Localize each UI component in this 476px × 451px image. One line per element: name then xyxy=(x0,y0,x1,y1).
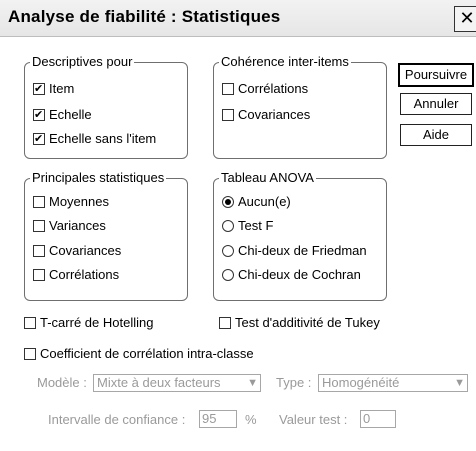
help-button[interactable]: Aide xyxy=(400,124,472,146)
type-value: Homogénéité xyxy=(322,375,400,390)
checkbox-icon xyxy=(222,109,234,121)
dialog-title: Analyse de fiabilité : Statistiques xyxy=(8,7,281,26)
checkbox-icon xyxy=(24,317,36,329)
test-value-input: 0 xyxy=(360,410,396,428)
anova-friedman-label: Chi-deux de Friedman xyxy=(238,243,367,258)
summary-correlations-checkbox[interactable]: Corrélations xyxy=(33,267,119,283)
model-value: Mixte à deux facteurs xyxy=(97,375,221,390)
cancel-button[interactable]: Annuler xyxy=(400,93,472,115)
tukey-label: Test d'additivité de Tukey xyxy=(235,315,380,330)
checkbox-icon xyxy=(24,348,36,360)
checkbox-icon xyxy=(222,83,234,95)
inter-item-covariances-label: Covariances xyxy=(238,107,311,122)
item-checkbox[interactable]: Item xyxy=(33,81,74,97)
inter-item-group: Cohérence inter-items Corrélations Covar… xyxy=(213,54,387,159)
checkbox-icon xyxy=(33,220,45,232)
summaries-legend: Principales statistiques xyxy=(30,170,167,185)
anova-none-label: Aucun(e) xyxy=(238,194,291,209)
icc-label: Coefficient de corrélation intra-classe xyxy=(40,346,254,361)
tukey-checkbox[interactable]: Test d'additivité de Tukey xyxy=(219,315,380,331)
type-label: Type : xyxy=(276,375,312,390)
checkbox-checked-icon xyxy=(33,81,45,97)
anova-friedman-radio[interactable]: Chi-deux de Friedman xyxy=(222,243,367,259)
checkbox-checked-icon xyxy=(33,107,45,123)
title-bar: Analyse de fiabilité : Statistiques ✕ xyxy=(0,0,476,37)
descriptives-group: Descriptives pour Item Echelle Echelle s… xyxy=(24,54,188,159)
hotelling-label: T-carré de Hotelling xyxy=(40,315,154,330)
checkbox-icon xyxy=(219,317,231,329)
checkbox-checked-icon xyxy=(33,131,45,147)
means-checkbox[interactable]: Moyennes xyxy=(33,194,109,210)
model-select: Mixte à deux facteurs ▼ xyxy=(93,374,261,392)
continue-button[interactable]: Poursuivre xyxy=(398,63,474,87)
summaries-group: Principales statistiques Moyennes Varian… xyxy=(24,170,188,301)
model-label: Modèle : xyxy=(37,375,87,390)
scale-without-item-checkbox[interactable]: Echelle sans l'item xyxy=(33,131,156,147)
confidence-interval-value: 95 xyxy=(202,411,217,426)
hotelling-checkbox[interactable]: T-carré de Hotelling xyxy=(24,315,153,331)
confidence-interval-input: 95 xyxy=(199,410,237,428)
close-icon[interactable]: ✕ xyxy=(454,6,476,32)
summary-covariances-checkbox[interactable]: Covariances xyxy=(33,243,121,259)
anova-legend: Tableau ANOVA xyxy=(219,170,316,185)
variances-label: Variances xyxy=(49,218,106,233)
scale-without-item-label: Echelle sans l'item xyxy=(49,131,157,146)
percent-label: % xyxy=(245,412,257,427)
inter-item-correlations-checkbox[interactable]: Corrélations xyxy=(222,81,308,97)
inter-item-legend: Cohérence inter-items xyxy=(219,54,351,69)
descriptives-legend: Descriptives pour xyxy=(30,54,135,69)
test-value: 0 xyxy=(363,411,371,426)
anova-group: Tableau ANOVA Aucun(e) Test F Chi-deux d… xyxy=(213,170,387,301)
inter-item-covariances-checkbox[interactable]: Covariances xyxy=(222,107,310,123)
variances-checkbox[interactable]: Variances xyxy=(33,218,106,234)
radio-icon xyxy=(222,245,234,257)
item-label: Item xyxy=(49,81,75,96)
scale-label: Echelle xyxy=(49,107,92,122)
checkbox-icon xyxy=(33,196,45,208)
anova-f-test-label: Test F xyxy=(238,218,274,233)
inter-item-correlations-label: Corrélations xyxy=(238,81,309,96)
anova-f-test-radio[interactable]: Test F xyxy=(222,218,273,234)
means-label: Moyennes xyxy=(49,194,109,209)
radio-icon xyxy=(222,220,234,232)
checkbox-icon xyxy=(33,269,45,281)
summary-covariances-label: Covariances xyxy=(49,243,122,258)
anova-none-radio[interactable]: Aucun(e) xyxy=(222,194,291,210)
summary-correlations-label: Corrélations xyxy=(49,267,120,282)
radio-selected-icon xyxy=(222,196,234,208)
checkbox-icon xyxy=(33,245,45,257)
type-select: Homogénéité ▼ xyxy=(318,374,468,392)
test-value-label: Valeur test : xyxy=(279,412,348,427)
anova-cochran-label: Chi-deux de Cochran xyxy=(238,267,361,282)
radio-icon xyxy=(222,269,234,281)
confidence-interval-label: Intervalle de confiance : xyxy=(48,412,186,427)
scale-checkbox[interactable]: Echelle xyxy=(33,107,92,123)
anova-cochran-radio[interactable]: Chi-deux de Cochran xyxy=(222,267,361,283)
dialog-window: Analyse de fiabilité : Statistiques ✕ De… xyxy=(0,0,476,451)
icc-checkbox[interactable]: Coefficient de corrélation intra-classe xyxy=(24,346,254,362)
chevron-down-icon: ▼ xyxy=(454,377,465,389)
chevron-down-icon: ▼ xyxy=(247,377,258,389)
